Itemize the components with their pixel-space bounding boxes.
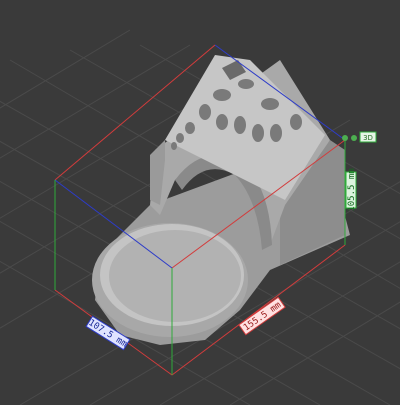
axis-dot-icon[interactable] [342, 135, 348, 141]
tray-floor [109, 230, 241, 322]
scene-canvas[interactable]: 107.5 mm 155.5 mm 105.5 mm 3D [0, 0, 400, 405]
svg-text:155.5 mm: 155.5 mm [242, 300, 283, 333]
svg-text:105.5 mm: 105.5 mm [347, 168, 357, 211]
height-dimension: 105.5 mm [345, 168, 357, 212]
gizmo-label: 3D [363, 134, 373, 142]
3d-model[interactable] [92, 55, 350, 345]
3d-viewport[interactable]: 107.5 mm 155.5 mm 105.5 mm 3D [0, 0, 400, 405]
view-gizmo[interactable]: 3D [342, 131, 377, 143]
axis-dot-icon[interactable] [351, 135, 357, 141]
